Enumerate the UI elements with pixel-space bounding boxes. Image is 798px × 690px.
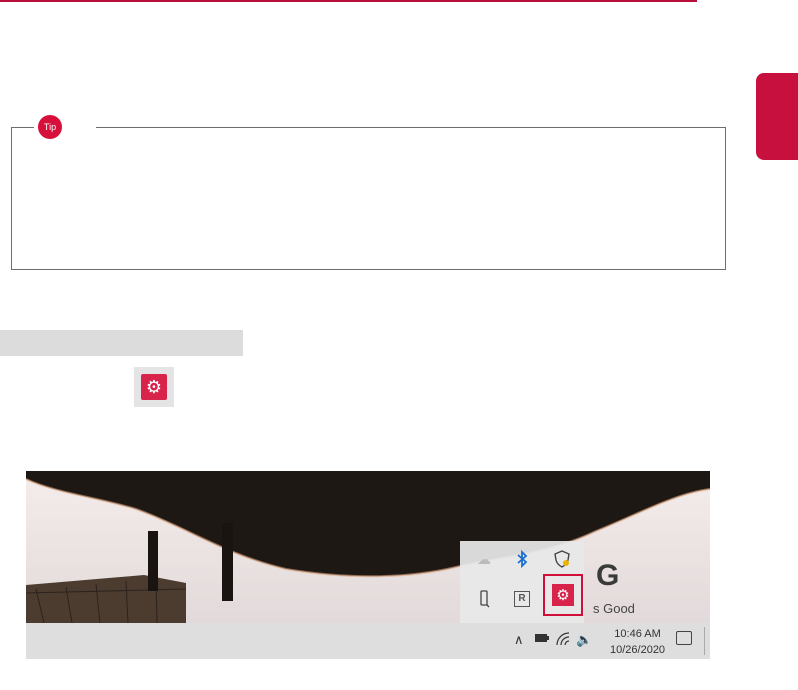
gear-icon: ⚙ <box>552 584 574 606</box>
language-tab <box>756 73 798 160</box>
battery-icon[interactable] <box>534 632 550 647</box>
notification-icon[interactable] <box>676 631 692 645</box>
clock[interactable]: 10:46 AM 10/26/2020 <box>610 626 665 658</box>
taskbar-screenshot: ☁ R ⚙ G s Good ∧ 🔈 10:46 AM 10/26/2020 <box>26 471 710 659</box>
lg-control-center-tray-button[interactable]: ⚙ <box>543 574 583 616</box>
tip-badge: Tip <box>38 115 62 139</box>
lg-control-center-icon: ⚙ <box>134 367 174 407</box>
top-rule <box>0 0 697 2</box>
tip-box <box>11 127 726 270</box>
gear-icon: ⚙ <box>141 374 167 400</box>
wifi-icon[interactable] <box>556 632 570 649</box>
system-tray-overflow: ☁ R ⚙ <box>460 541 584 623</box>
realtek-icon[interactable]: R <box>510 587 534 611</box>
bluetooth-icon[interactable] <box>510 547 534 571</box>
section-heading-bar <box>0 330 243 356</box>
usb-icon[interactable] <box>472 587 496 611</box>
lg-logo-letter: G <box>596 559 620 592</box>
volume-icon[interactable]: 🔈 <box>576 632 592 648</box>
defender-icon[interactable] <box>550 547 574 571</box>
chevron-up-icon[interactable]: ∧ <box>514 632 524 648</box>
onedrive-icon[interactable]: ☁ <box>472 547 496 571</box>
lg-slogan-text: s Good <box>593 601 635 616</box>
taskbar: ∧ 🔈 10:46 AM 10/26/2020 <box>26 623 710 659</box>
